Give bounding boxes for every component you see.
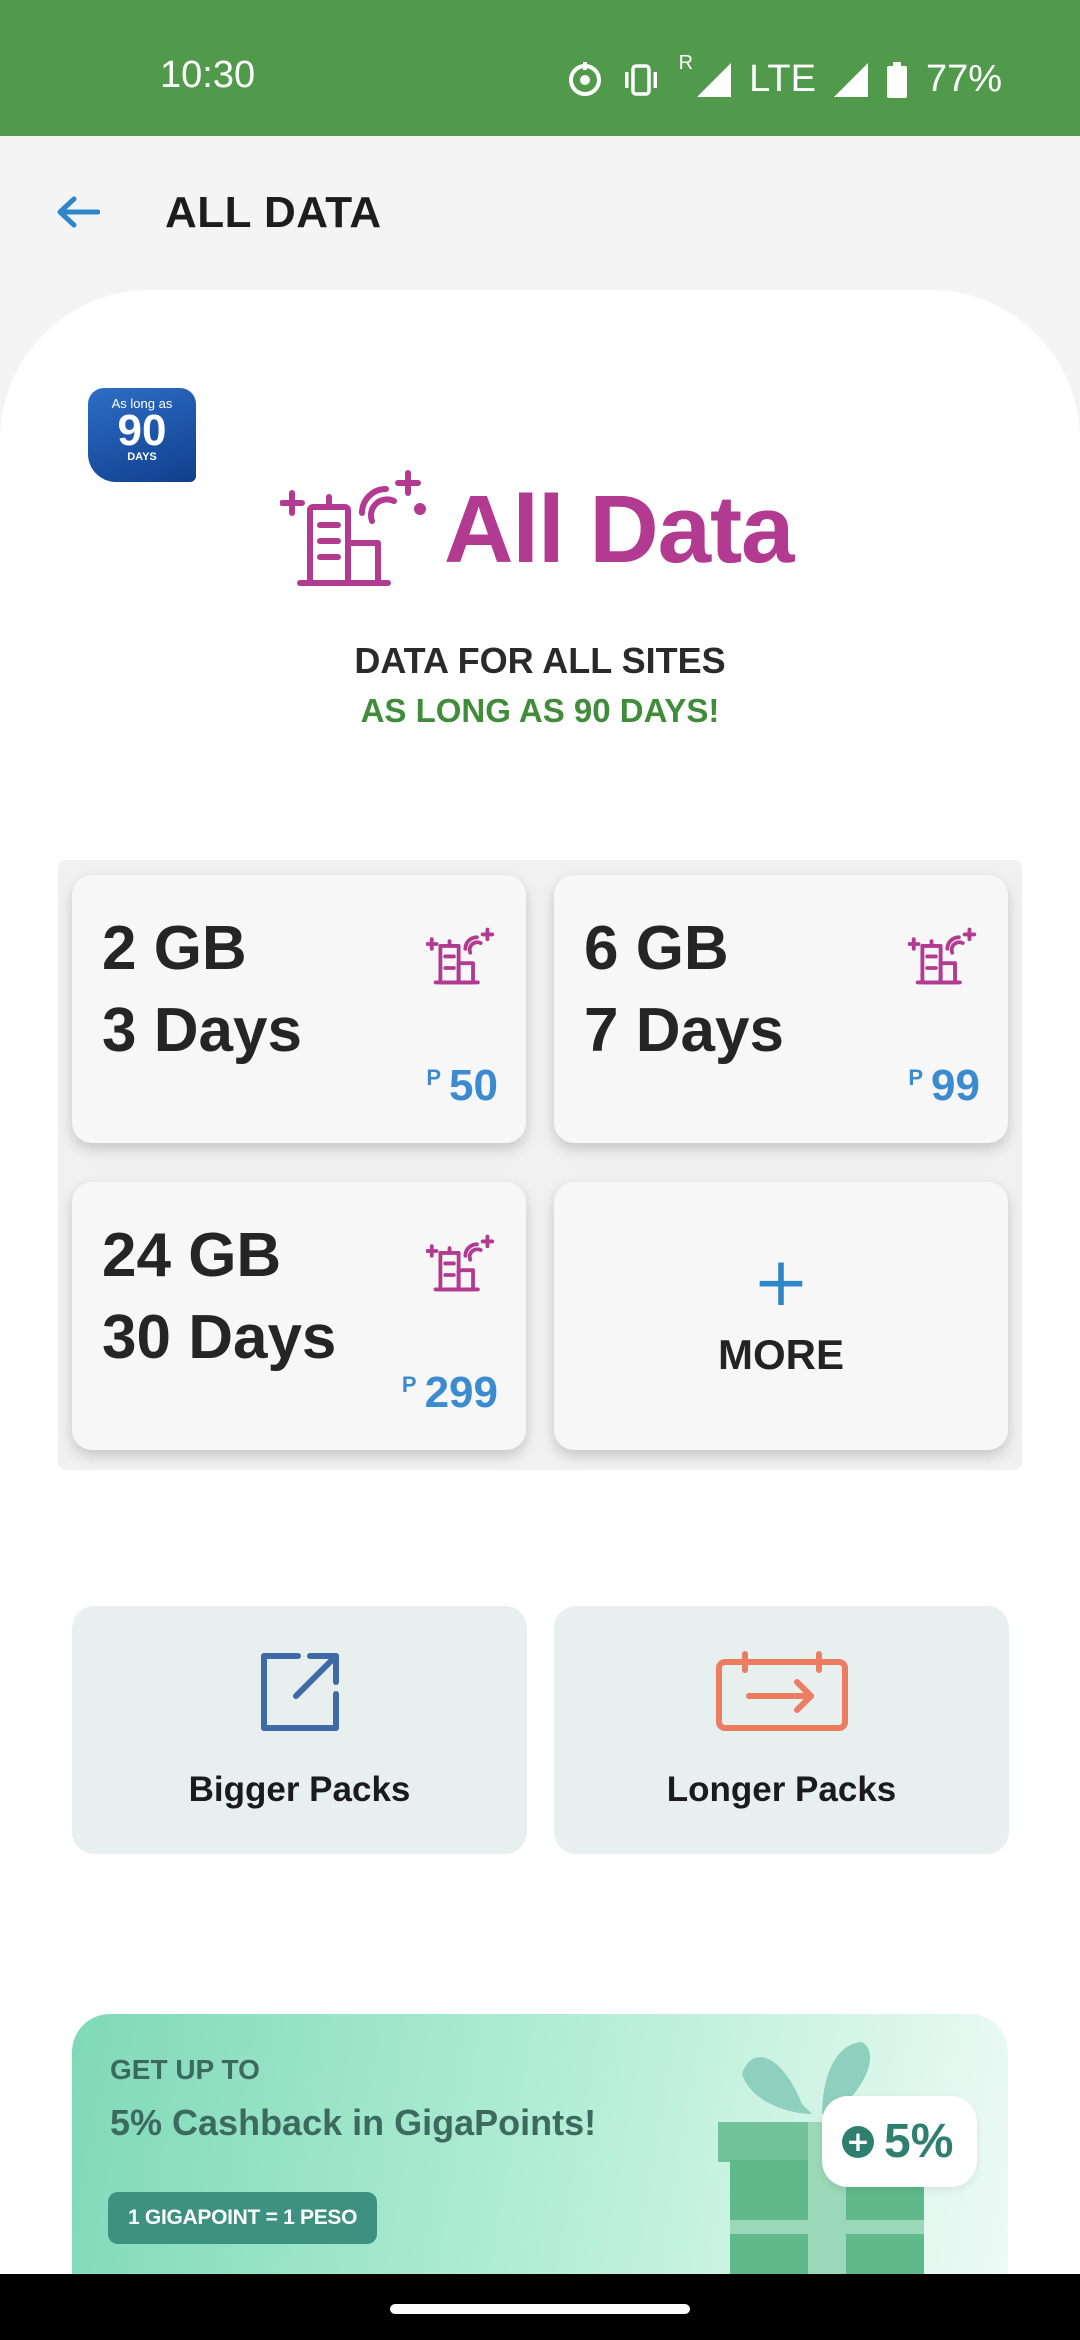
signal-icon-1 [697, 62, 732, 97]
battery-level: 77% [925, 58, 1002, 100]
gigapoint-rate-chip: 1 GIGAPOINT = 1 PESO [108, 2192, 378, 2244]
plan-duration: 7 Days [584, 996, 784, 1065]
promo-title: 5% Cashback in GigaPoints! [110, 2102, 597, 2143]
bigger-packs-label: Bigger Packs [188, 1770, 411, 1809]
plan-size: 2 GB [102, 914, 247, 983]
plan-card[interactable]: 6 GB 7 Days P 99 [554, 875, 1008, 1143]
arrow-left-icon [56, 194, 101, 234]
vibrate-icon [621, 62, 661, 98]
city-signal-icon [279, 469, 430, 591]
more-plans-button[interactable]: + MORE [554, 1182, 1008, 1450]
cashback-percent: 5% [884, 2115, 954, 2168]
longer-packs-button[interactable]: Longer Packs [554, 1606, 1009, 1854]
data-saver-icon [567, 61, 603, 98]
status-time: 10:30 [160, 54, 256, 96]
network-type: LTE [749, 58, 816, 100]
hero-subtitle: DATA FOR ALL SITES [354, 640, 726, 681]
cashback-promo-banner[interactable]: GET UP TO 5% Cashback in GigaPoints! 1 G… [72, 2014, 1008, 2284]
calendar-arrow-icon [715, 1650, 849, 1738]
back-button[interactable] [48, 184, 108, 244]
signal-icon-2 [833, 62, 868, 97]
status-icons: R LTE 77% [567, 52, 1002, 101]
badge-bottom-text: DAYS [127, 451, 157, 463]
currency-symbol: P [426, 1065, 442, 1090]
cashback-percent-badge: + 5% [822, 2096, 978, 2187]
city-signal-icon [907, 927, 980, 989]
hero-title: All Data [444, 476, 794, 583]
more-label: MORE [718, 1331, 844, 1378]
page-title: ALL DATA [165, 188, 382, 237]
roaming-indicator: R [678, 52, 694, 74]
price-value: 50 [449, 1061, 498, 1110]
plan-size: 6 GB [584, 914, 729, 983]
hero-logo: All Data [279, 469, 794, 591]
battery-icon [886, 61, 908, 98]
plan-size: 24 GB [102, 1221, 282, 1290]
badge-number: 90 [117, 406, 167, 455]
longer-packs-label: Longer Packs [666, 1770, 897, 1809]
plan-price: P 50 [426, 1061, 498, 1111]
app-bar: ALL DATA [0, 136, 1080, 286]
home-gesture-handle[interactable] [390, 2304, 690, 2314]
plan-duration: 30 Days [102, 1303, 337, 1372]
hero-tagline: AS LONG AS 90 DAYS! [360, 692, 720, 729]
external-link-icon [258, 1650, 342, 1738]
city-signal-icon [425, 927, 498, 989]
system-nav-bar [0, 2274, 1080, 2340]
currency-symbol: P [401, 1372, 417, 1397]
currency-symbol: P [908, 1065, 924, 1090]
plan-card[interactable]: 2 GB 3 Days P 50 [72, 875, 526, 1143]
plan-price: P 299 [402, 1368, 498, 1418]
city-signal-icon [425, 1234, 498, 1296]
ninety-days-badge: As long as 90 DAYS [88, 388, 196, 482]
bigger-packs-button[interactable]: Bigger Packs [72, 1606, 527, 1854]
plan-price: P 99 [908, 1061, 980, 1111]
plan-duration: 3 Days [102, 996, 302, 1065]
plus-circle-icon: + [842, 2125, 874, 2158]
price-value: 299 [424, 1368, 498, 1417]
promo-kicker: GET UP TO [110, 2054, 260, 2085]
price-value: 99 [931, 1061, 980, 1110]
plus-icon: + [752, 1243, 810, 1322]
status-bar: 10:30 R LTE 77% [0, 0, 1080, 136]
plan-card[interactable]: 24 GB 30 Days P 299 [72, 1182, 526, 1450]
